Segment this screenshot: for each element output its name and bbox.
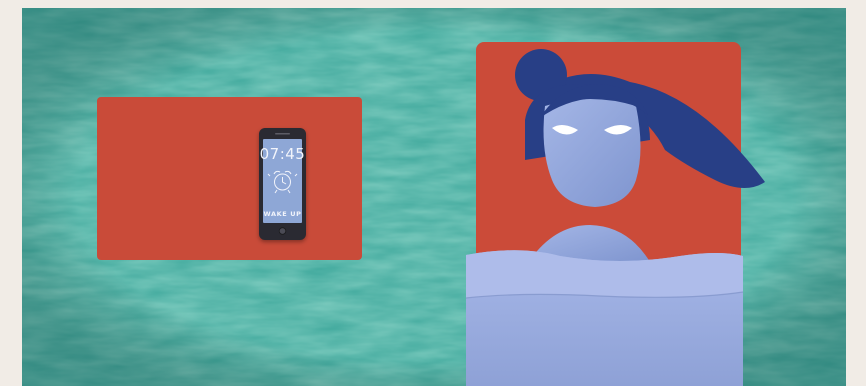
phone-time: 07:45 <box>260 145 306 163</box>
blanket <box>465 250 744 386</box>
speaker-slot <box>275 133 290 135</box>
illustration: 07:45 WAKE UP <box>0 0 866 386</box>
home-button <box>278 227 287 235</box>
nightstand-panel <box>97 97 362 260</box>
phone-label: WAKE UP <box>264 210 302 218</box>
